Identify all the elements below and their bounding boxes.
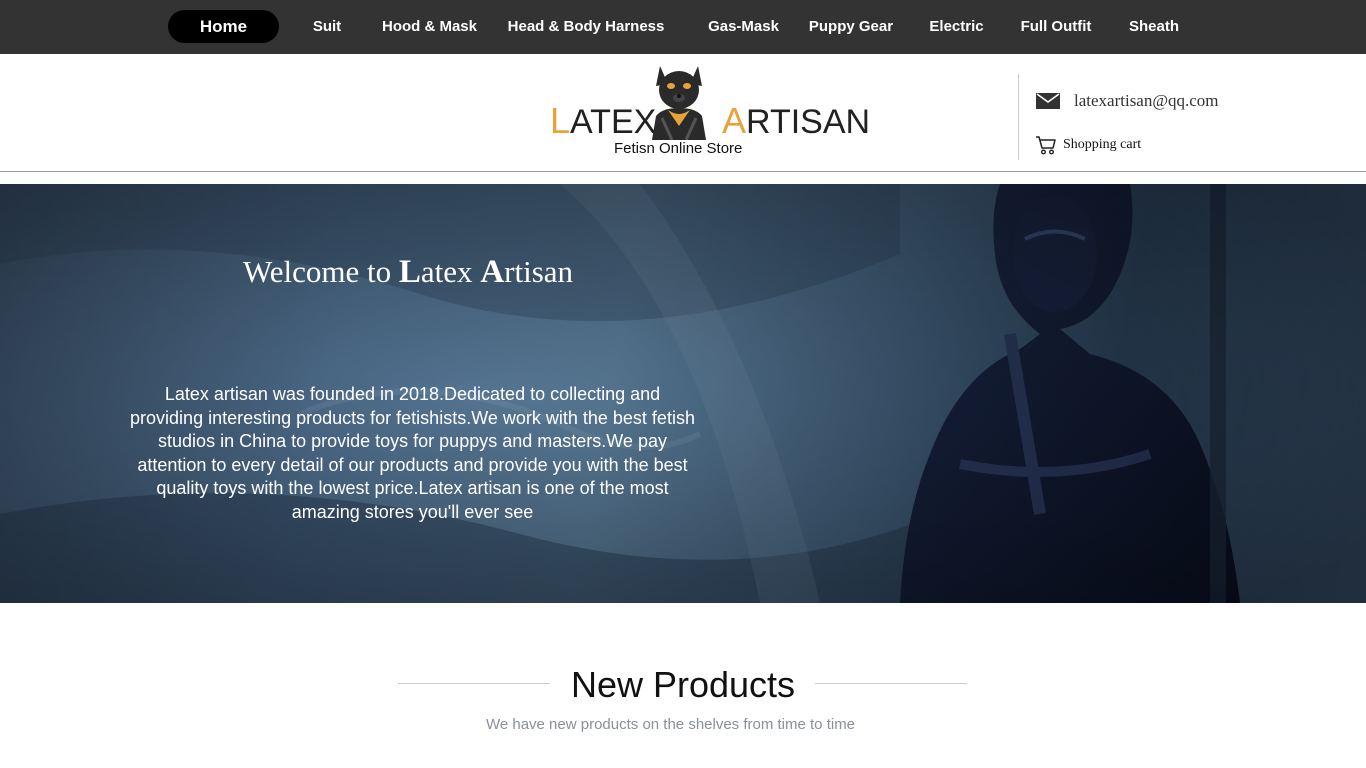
site-header: LATEX ARTISAN Fetisn Online Store latexa… [0, 54, 1366, 172]
new-products-title: New Products [570, 664, 796, 705]
nav-item-gas-mask[interactable]: Gas-Mask [698, 10, 789, 43]
nav-item-head-body-harness[interactable]: Head & Body Harness [500, 10, 672, 43]
nav-item-electric[interactable]: Electric [920, 10, 993, 43]
contact-email-text[interactable]: latexartisan@qq.com [1074, 91, 1219, 111]
latex-puppy-mascot-icon [646, 64, 712, 141]
nav-item-home[interactable]: Home [168, 10, 279, 43]
site-logo[interactable]: LATEX ARTISAN Fetisn Online Store [548, 62, 870, 162]
logo-word-latex: LATEX [550, 100, 657, 141]
hero-description: Latex artisan was founded in 2018.Dedica… [130, 384, 695, 522]
nav-item-puppy-gear[interactable]: Puppy Gear [800, 10, 902, 43]
hero-title: Welcome to Latex Artisan [243, 254, 574, 290]
header-divider [1018, 74, 1019, 160]
top-nav: Home Suit Hood & Mask Head & Body Harnes… [0, 0, 1366, 54]
mail-icon [1036, 92, 1060, 115]
nav-item-suit[interactable]: Suit [296, 10, 358, 43]
nav-item-hood-mask[interactable]: Hood & Mask [372, 10, 487, 43]
shopping-cart-icon [1035, 134, 1057, 161]
logo-tagline: Fetisn Online Store [614, 140, 743, 157]
logo-word-artisan: ARTISAN [722, 100, 871, 141]
shopping-cart-text[interactable]: Shopping cart [1063, 137, 1141, 153]
nav-item-sheath[interactable]: Sheath [1118, 10, 1190, 43]
new-products-subtitle: We have new products on the shelves from… [485, 716, 856, 733]
nav-item-full-outfit[interactable]: Full Outfit [1010, 10, 1102, 43]
hero-banner: Welcome to Latex Artisan Latex artisan w… [0, 184, 1366, 603]
